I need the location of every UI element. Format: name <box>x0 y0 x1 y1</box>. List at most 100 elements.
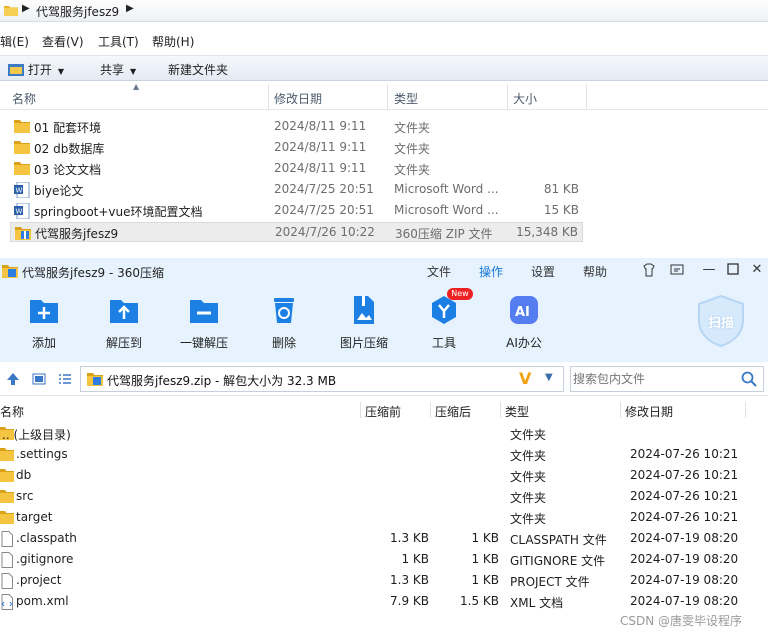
folder-icon <box>14 119 30 136</box>
archive-item-name: src <box>16 489 34 503</box>
tab-operation[interactable]: 操作 <box>479 263 503 280</box>
archive-row[interactable]: .settings 文件夹 2024-07-26 10:21 <box>0 444 745 465</box>
file-row[interactable]: W biye论文 2024/7/25 20:51 Microsoft Word … <box>10 180 583 200</box>
archive-item-type: XML 文档 <box>510 596 564 610</box>
archive-path-field[interactable]: 代驾服务jfesz9.zip - 解包大小为 32.3 MB V ▼ <box>80 366 564 392</box>
menu-view[interactable]: 查看(V) <box>42 33 84 50</box>
one-click-extract-button[interactable]: 一键解压 <box>172 294 236 354</box>
column-compressed[interactable]: 压缩前 <box>365 403 401 420</box>
archive-row[interactable]: .gitignore 1 KB 1 KB GITIGNORE 文件 2024-0… <box>0 549 745 570</box>
chevron-down-icon[interactable]: ▼ <box>545 372 553 383</box>
search-input[interactable] <box>573 370 733 388</box>
delete-icon <box>268 294 300 326</box>
column-divider[interactable] <box>387 84 388 110</box>
chevron-right-icon[interactable]: ▶ <box>126 3 134 14</box>
archive-row[interactable]: pom.xml 7.9 KB 1.5 KB XML 文档 2024-07-19 … <box>0 591 745 612</box>
extract-to-button[interactable]: 解压到 <box>92 294 156 354</box>
file-row[interactable]: 03 论文文档 2024/8/11 9:11 文件夹 <box>10 159 583 179</box>
share-label: 共享 <box>100 63 125 77</box>
up-arrow-icon[interactable] <box>6 372 20 389</box>
archive-item-date: 2024-07-26 10:21 <box>630 510 739 524</box>
delete-button[interactable]: 删除 <box>252 294 316 354</box>
column-type[interactable]: 类型 <box>394 90 418 107</box>
skin-icon[interactable] <box>642 263 656 277</box>
tab-file[interactable]: 文件 <box>427 263 451 280</box>
column-divider[interactable] <box>507 84 508 110</box>
archive-row[interactable]: db 文件夹 2024-07-26 10:21 <box>0 465 745 486</box>
share-button[interactable]: 共享 ▼ <box>100 61 136 78</box>
column-divider[interactable] <box>586 84 587 110</box>
image-compress-button[interactable]: 图片压缩 <box>332 294 396 354</box>
menu-edit[interactable]: 辑(E) <box>0 33 29 50</box>
column-divider[interactable] <box>268 84 269 110</box>
archive-row[interactable]: .project 1.3 KB 1 KB PROJECT 文件 2024-07-… <box>0 570 745 591</box>
file-row[interactable]: 02 db数据库 2024/8/11 9:11 文件夹 <box>10 138 583 158</box>
address-bar[interactable]: ▶ 代驾服务jfesz9 ▶ <box>0 0 768 22</box>
folder-icon <box>14 161 30 178</box>
menu-help[interactable]: 帮助(H) <box>152 33 194 50</box>
minimize-icon[interactable]: — <box>702 263 716 277</box>
archive-item-date: 2024-07-19 08:20 <box>630 552 739 566</box>
archive-row[interactable]: target 文件夹 2024-07-26 10:21 <box>0 507 745 528</box>
archive-item-name: pom.xml <box>16 594 69 608</box>
zip-archive-icon <box>87 372 103 389</box>
search-icon[interactable] <box>741 371 757 390</box>
ai-office-button[interactable]: AI AI办公 <box>492 294 556 354</box>
folder-icon <box>0 510 14 527</box>
column-date[interactable]: 修改日期 <box>625 403 673 420</box>
archive-item-size: 1 KB <box>401 552 429 566</box>
scan-button[interactable]: 扫描 <box>694 294 748 348</box>
verify-icon[interactable]: V <box>519 369 531 388</box>
archive-item-name: .project <box>16 573 62 587</box>
archive-search-box[interactable] <box>570 366 764 392</box>
list-view-icon[interactable] <box>58 372 72 389</box>
file-date: 2024/7/26 10:22 <box>275 225 375 239</box>
zip-archive-icon <box>15 225 31 244</box>
file-name: springboot+vue环境配置文档 <box>34 205 203 219</box>
column-header: ▲ 名称 修改日期 类型 大小 <box>0 82 768 110</box>
archive-row[interactable]: src 文件夹 2024-07-26 10:21 <box>0 486 745 507</box>
column-packed[interactable]: 压缩后 <box>435 403 471 420</box>
column-divider[interactable] <box>745 402 746 418</box>
column-divider[interactable] <box>360 402 361 418</box>
file-icon <box>0 573 14 592</box>
archive-row[interactable]: .. (上级目录) 文件夹 <box>0 423 745 444</box>
tab-help[interactable]: 帮助 <box>583 263 607 280</box>
tool-label: 添加 <box>31 336 56 350</box>
maximize-icon[interactable] <box>726 263 740 277</box>
tab-settings[interactable]: 设置 <box>531 263 555 280</box>
file-row[interactable]: 01 配套环境 2024/8/11 9:11 文件夹 <box>10 117 583 137</box>
close-icon[interactable]: ✕ <box>750 263 764 277</box>
add-button[interactable]: 添加 <box>12 294 76 354</box>
column-divider[interactable] <box>500 402 501 418</box>
column-size[interactable]: 大小 <box>513 90 537 107</box>
thumbnail-view-icon[interactable] <box>32 372 46 389</box>
new-folder-button[interactable]: 新建文件夹 <box>168 61 228 78</box>
column-divider[interactable] <box>620 402 621 418</box>
column-date[interactable]: 修改日期 <box>274 90 322 107</box>
column-name[interactable]: 名称 <box>12 90 36 107</box>
file-row-selected[interactable]: 代驾服务jfesz9 2024/7/26 10:22 360压缩 ZIP 文件 … <box>10 222 583 242</box>
file-row[interactable]: W springboot+vue环境配置文档 2024/7/25 20:51 M… <box>10 201 583 221</box>
tool-label: 一键解压 <box>179 336 228 350</box>
feedback-icon[interactable] <box>670 263 684 277</box>
file-date: 2024/7/25 20:51 <box>274 203 374 217</box>
archive-row[interactable]: .classpath 1.3 KB 1 KB CLASSPATH 文件 2024… <box>0 528 745 549</box>
one-click-extract-icon <box>188 294 220 326</box>
menu-tools[interactable]: 工具(T) <box>98 33 139 50</box>
chevron-right-icon[interactable]: ▶ <box>22 3 30 14</box>
column-name[interactable]: 名称 <box>0 403 24 420</box>
path-bar: 代驾服务jfesz9.zip - 解包大小为 32.3 MB V ▼ <box>0 362 768 396</box>
column-type[interactable]: 类型 <box>505 403 529 420</box>
sort-ascending-icon: ▲ <box>133 82 140 91</box>
svg-text:W: W <box>16 208 23 216</box>
ai-office-icon: AI <box>508 294 540 326</box>
folder-icon <box>4 4 18 19</box>
file-icon <box>0 531 14 550</box>
tools-button[interactable]: 工具 <box>412 294 476 354</box>
archive-item-type: 文件夹 <box>510 449 547 463</box>
open-button[interactable]: 打开 ▼ <box>8 61 64 78</box>
column-divider[interactable] <box>430 402 431 418</box>
breadcrumb-current[interactable]: 代驾服务jfesz9 <box>36 3 119 20</box>
open-icon <box>8 64 24 76</box>
